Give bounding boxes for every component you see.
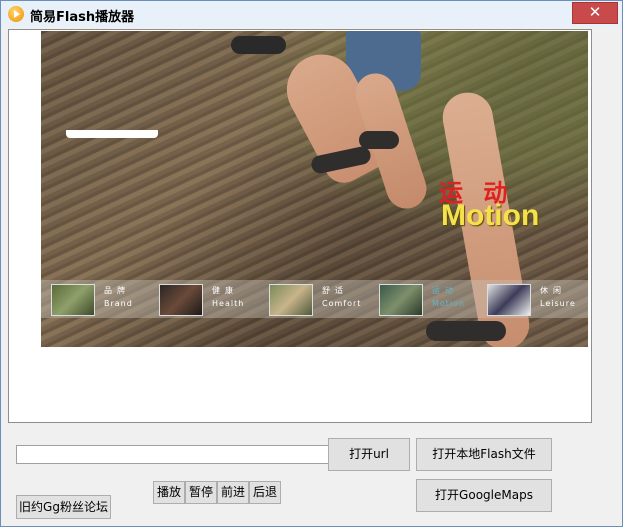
nav-label-en: Comfort xyxy=(322,299,362,308)
nav-label-cn: 品牌 xyxy=(104,286,130,295)
nav-label-en: Health xyxy=(212,299,245,308)
forward-button[interactable]: 前进 xyxy=(217,481,249,504)
nav-label-cn: 舒适 xyxy=(322,286,348,295)
motion-thumbnail xyxy=(379,284,423,316)
nav-label-cn: 健康 xyxy=(212,286,238,295)
nav-item-motion[interactable]: 运动 Motion xyxy=(379,283,479,316)
flash-viewport: 运 动 Motion 品牌 Brand 健康 Health 舒适 Comfort xyxy=(8,29,592,423)
open-googlemaps-button[interactable]: 打开GoogleMaps xyxy=(416,479,552,512)
nav-label-en: Motion xyxy=(432,299,466,308)
climber-shoe xyxy=(359,131,399,149)
open-url-button[interactable]: 打开url xyxy=(328,438,410,471)
forum-button[interactable]: 旧约Gg粉丝论坛 xyxy=(16,495,111,519)
nav-item-health[interactable]: 健康 Health xyxy=(159,283,259,316)
app-window: 简易Flash播放器 ✕ 运 动 Motion 品牌 Brand 健康 Heal… xyxy=(0,0,623,527)
nav-label-en: Leisure xyxy=(540,299,576,308)
flash-movie[interactable]: 运 动 Motion 品牌 Brand 健康 Health 舒适 Comfort xyxy=(41,31,588,347)
open-local-flash-button[interactable]: 打开本地Flash文件 xyxy=(416,438,552,471)
window-title: 简易Flash播放器 xyxy=(30,10,135,25)
back-button[interactable]: 后退 xyxy=(249,481,281,504)
flash-player-icon xyxy=(8,6,24,22)
nav-label-cn: 休闲 xyxy=(540,286,566,295)
headline-en: Motion xyxy=(441,199,540,232)
nav-item-comfort[interactable]: 舒适 Comfort xyxy=(269,283,369,316)
health-thumbnail xyxy=(159,284,203,316)
play-button[interactable]: 播放 xyxy=(153,481,185,504)
category-nav: 品牌 Brand 健康 Health 舒适 Comfort 运动 Motion xyxy=(41,280,588,318)
nav-label-cn: 运动 xyxy=(432,286,458,295)
title-bar[interactable]: 简易Flash播放器 ✕ xyxy=(1,1,622,27)
brand-thumbnail xyxy=(51,284,95,316)
nav-item-brand[interactable]: 品牌 Brand xyxy=(51,283,151,316)
banner-bar xyxy=(66,130,158,138)
leisure-thumbnail xyxy=(487,284,531,316)
nav-item-leisure[interactable]: 休闲 Leisure xyxy=(487,283,587,316)
url-input[interactable] xyxy=(16,445,331,464)
comfort-thumbnail xyxy=(269,284,313,316)
climber-shoe xyxy=(426,321,506,341)
pause-button[interactable]: 暂停 xyxy=(185,481,217,504)
climber-hand xyxy=(231,36,286,54)
close-button[interactable]: ✕ xyxy=(572,2,618,24)
nav-label-en: Brand xyxy=(104,299,133,308)
